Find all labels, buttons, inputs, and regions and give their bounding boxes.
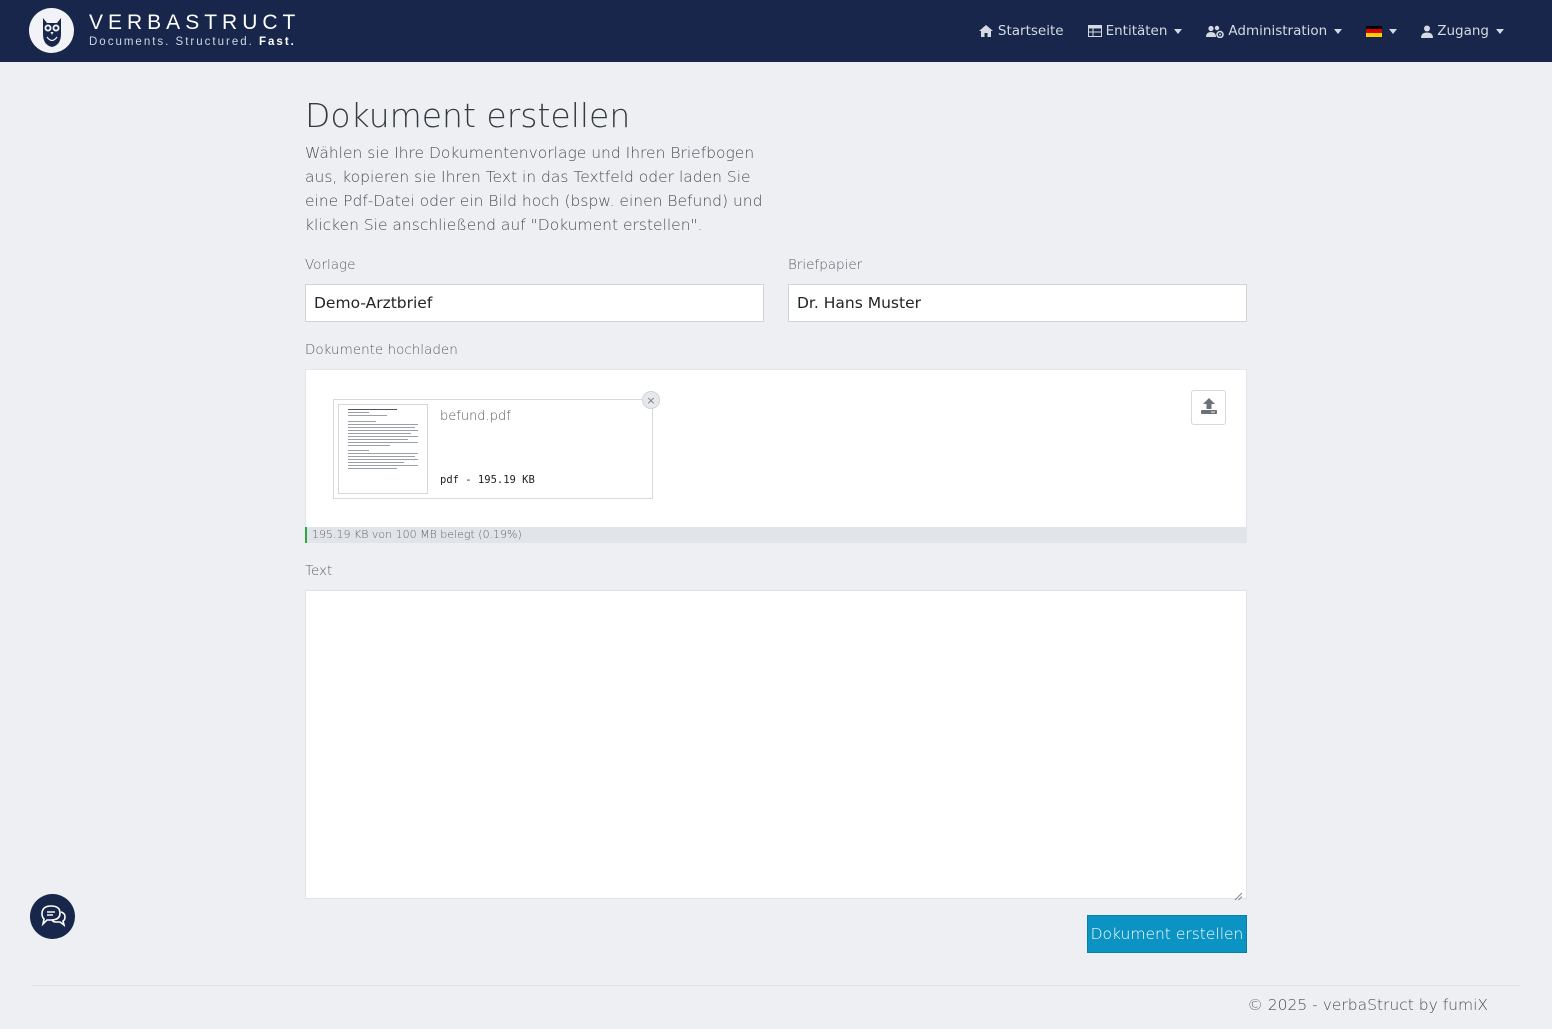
template-select[interactable]: Demo-Arztbrief bbox=[305, 284, 764, 322]
chevron-down-icon bbox=[1174, 28, 1183, 34]
page-intro: Wählen sie Ihre Dokumentenvorlage und Ih… bbox=[305, 144, 763, 234]
chevron-down-icon bbox=[1389, 28, 1398, 34]
users-cog-icon bbox=[1206, 25, 1225, 38]
remove-file-button[interactable]: × bbox=[642, 391, 660, 409]
upload-dropzone[interactable]: befund.pdf pdf - 195.19 KB × bbox=[305, 369, 1247, 527]
nav-access-label: Zugang bbox=[1437, 23, 1489, 39]
main-nav: Startseite Entitäten Administration Zuga… bbox=[966, 0, 1516, 62]
nav-administration-dropdown[interactable]: Administration bbox=[1194, 0, 1354, 62]
user-icon bbox=[1421, 25, 1434, 38]
close-icon: × bbox=[646, 393, 656, 407]
table-icon bbox=[1087, 25, 1102, 37]
brand-name: VERBASTRUCT bbox=[89, 11, 301, 34]
chevron-down-icon bbox=[1334, 28, 1343, 34]
letterhead-select[interactable]: Dr. Hans Muster bbox=[788, 284, 1247, 322]
nav-home[interactable]: Startseite bbox=[966, 0, 1076, 62]
template-label: Vorlage bbox=[305, 257, 356, 273]
brand-tagline: Documents. Structured. Fast. bbox=[89, 35, 300, 49]
brand-tagline-prefix: Documents. Structured. bbox=[89, 36, 254, 48]
storage-quota-text: 195.19 KB von 100 MB belegt (0.19%) bbox=[312, 528, 522, 541]
file-meta: pdf - 195.19 KB bbox=[440, 474, 535, 486]
template-select-value: Demo-Arztbrief bbox=[314, 294, 433, 312]
nav-administration-label: Administration bbox=[1228, 23, 1328, 39]
footer-copyright: © 2025 - verbaStruct by fumiX bbox=[1247, 996, 1488, 1014]
nav-language-dropdown[interactable] bbox=[1354, 0, 1409, 62]
letterhead-select-value: Dr. Hans Muster bbox=[797, 294, 921, 312]
home-icon bbox=[978, 24, 994, 38]
uploaded-file-card: befund.pdf pdf - 195.19 KB × bbox=[333, 391, 660, 499]
nav-entities-label: Entitäten bbox=[1105, 23, 1168, 39]
text-input[interactable] bbox=[305, 590, 1247, 901]
pdf-thumbnail bbox=[338, 404, 428, 494]
upload-button[interactable] bbox=[1191, 390, 1226, 425]
footer-divider bbox=[32, 985, 1520, 986]
brand-tagline-emphasis: Fast. bbox=[259, 36, 296, 48]
chevron-down-icon bbox=[1496, 28, 1504, 34]
text-label: Text bbox=[305, 563, 333, 579]
owl-logo-icon bbox=[29, 8, 74, 53]
german-flag-icon bbox=[1366, 25, 1383, 37]
upload-icon bbox=[1200, 397, 1218, 419]
brand-link[interactable]: VERBASTRUCT Documents. Structured. Fast. bbox=[29, 8, 300, 53]
storage-quota-fill bbox=[305, 527, 307, 543]
letterhead-label: Briefpapier bbox=[788, 257, 863, 273]
chat-button[interactable] bbox=[30, 894, 75, 939]
resize-handle-icon[interactable] bbox=[1234, 886, 1243, 901]
create-document-button[interactable]: Dokument erstellen bbox=[1087, 915, 1247, 953]
nav-access-dropdown[interactable]: Zugang bbox=[1409, 0, 1516, 62]
top-navbar: VERBASTRUCT Documents. Structured. Fast.… bbox=[0, 0, 1552, 62]
chat-icon bbox=[39, 903, 67, 931]
page-title: Dokument erstellen bbox=[305, 96, 631, 135]
file-name: befund.pdf bbox=[440, 409, 511, 424]
nav-entities-dropdown[interactable]: Entitäten bbox=[1076, 0, 1195, 62]
nav-home-label: Startseite bbox=[997, 23, 1064, 39]
upload-label: Dokumente hochladen bbox=[305, 342, 458, 358]
storage-quota-bar: 195.19 KB von 100 MB belegt (0.19%) bbox=[305, 527, 1247, 543]
